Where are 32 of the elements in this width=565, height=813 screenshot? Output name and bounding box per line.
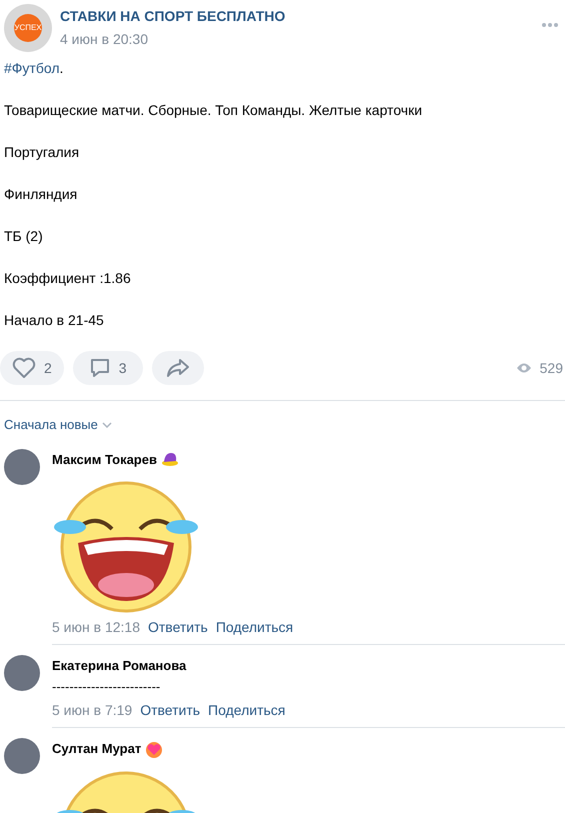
post-text: #Футбол. xyxy=(4,59,64,78)
sort-dropdown[interactable]: Сначала новые xyxy=(4,415,112,434)
heart-outline-icon xyxy=(12,357,36,379)
post-text: Коэффициент :1.86 xyxy=(4,269,132,288)
chevron-down-icon xyxy=(102,422,112,428)
hat-icon xyxy=(160,451,179,468)
share-button[interactable] xyxy=(152,351,204,385)
user-avatar[interactable] xyxy=(4,448,40,484)
avatar-logo-text: УСПЕХ xyxy=(14,14,42,42)
share-arrow-icon xyxy=(166,358,190,378)
post-text: ТБ (2) xyxy=(4,227,44,246)
view-count: 529 xyxy=(540,358,563,378)
user-avatar[interactable] xyxy=(4,655,40,691)
share-link[interactable]: Поделиться xyxy=(208,700,286,721)
comment-text: ------------------------- xyxy=(52,678,162,696)
post-text: Финляндия xyxy=(4,185,78,204)
post-text: Португалия xyxy=(4,143,80,162)
commenter-name[interactable]: Екатерина Романова xyxy=(52,656,186,676)
comment-button[interactable]: 3 xyxy=(72,351,143,385)
reply-link[interactable]: Ответить xyxy=(148,617,208,638)
eye-icon xyxy=(516,362,532,374)
like-button[interactable]: 2 xyxy=(0,351,64,385)
speech-bubble-icon xyxy=(88,357,111,379)
share-link[interactable]: Поделиться xyxy=(216,617,294,638)
group-name[interactable]: СТАВКИ НА СПОРТ БЕСПЛАТНО xyxy=(60,6,541,27)
hashtag-link[interactable]: #Футбол xyxy=(4,60,60,76)
user-avatar[interactable] xyxy=(4,738,40,774)
reply-link[interactable]: Ответить xyxy=(140,700,200,721)
commenter-name[interactable]: Султан Мурат xyxy=(52,739,142,758)
commenter-name[interactable]: Максим Токарев xyxy=(52,450,157,469)
post-text: Начало в 21-45 xyxy=(4,311,105,330)
post-text: Товарищеские матчи. Сборные. Топ Команды. Желтые карточки xyxy=(4,101,424,120)
